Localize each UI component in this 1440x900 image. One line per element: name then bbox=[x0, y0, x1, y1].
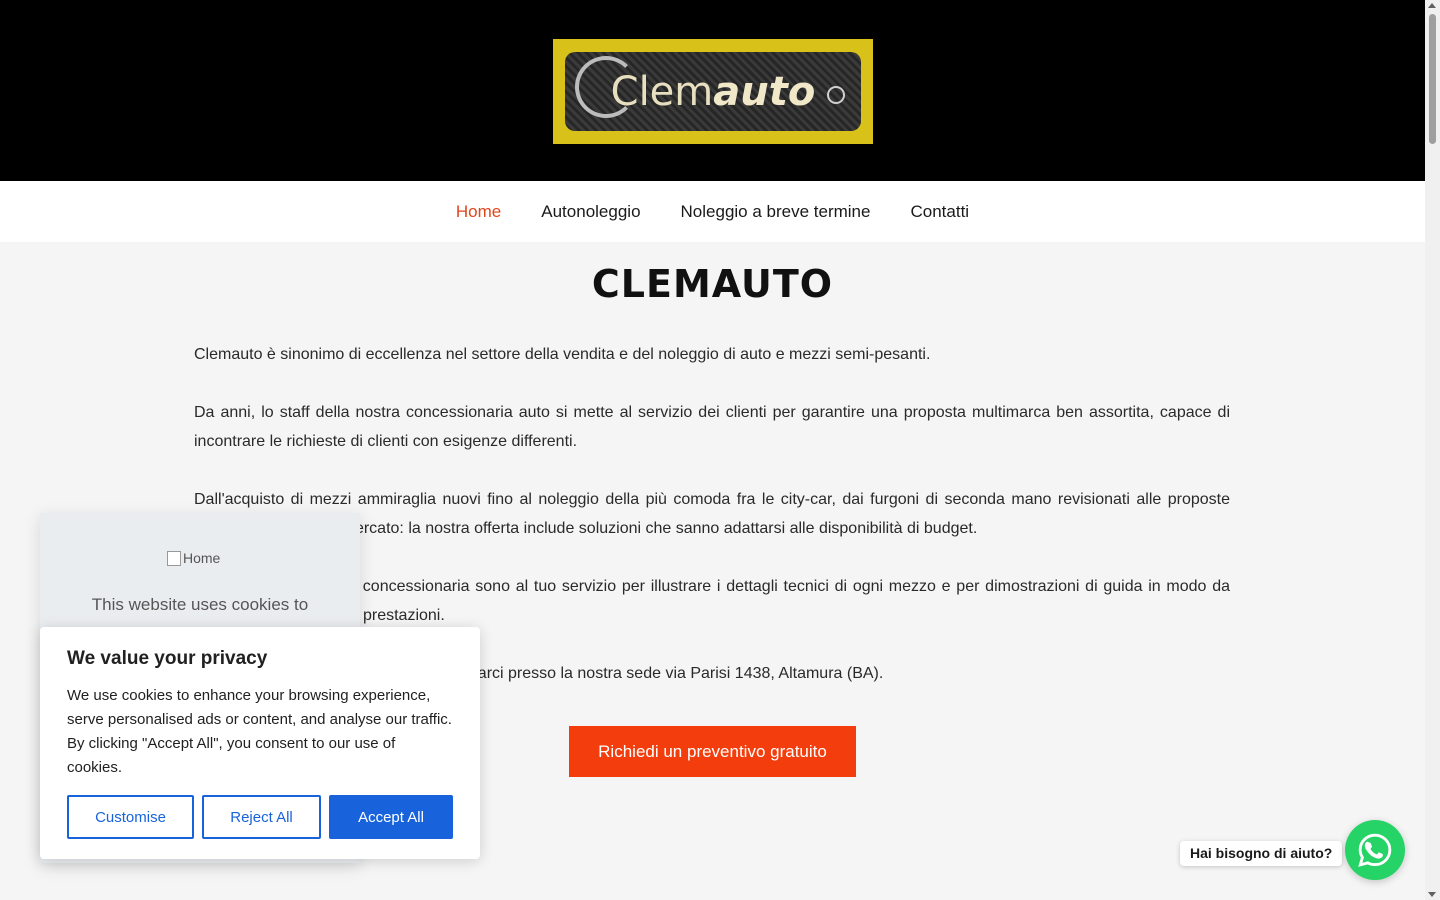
logo-text-bold: auto bbox=[713, 68, 816, 115]
accept-all-button[interactable]: Accept All bbox=[329, 795, 453, 839]
page-scrollbar[interactable] bbox=[1425, 0, 1440, 900]
main-nav: Home Autonoleggio Noleggio a breve termi… bbox=[0, 181, 1425, 242]
help-tooltip[interactable]: Hai bisogno di aiuto? bbox=[1180, 841, 1343, 866]
logo-c-ring bbox=[575, 56, 637, 118]
broken-image-alt: Home bbox=[183, 550, 221, 566]
reject-all-button[interactable]: Reject All bbox=[202, 795, 321, 839]
cookie-buttons: Customise Reject All Accept All bbox=[67, 795, 453, 839]
nav-item-home[interactable]: Home bbox=[456, 202, 501, 222]
scroll-down-arrow-icon[interactable] bbox=[1428, 892, 1436, 897]
whatsapp-icon bbox=[1358, 833, 1392, 867]
nav-item-autonoleggio[interactable]: Autonoleggio bbox=[541, 202, 640, 222]
page-title: CLEMAUTO bbox=[591, 262, 834, 306]
site-header: Clemauto bbox=[0, 0, 1425, 181]
clemauto-logo[interactable]: Clemauto bbox=[553, 39, 873, 144]
broken-image-icon bbox=[167, 551, 181, 566]
logo-text: Clemauto bbox=[611, 69, 816, 115]
paragraph-1: Clemauto è sinonimo di eccellenza nel se… bbox=[194, 346, 931, 363]
broken-image: Home bbox=[167, 550, 220, 568]
nav-item-contatti[interactable]: Contatti bbox=[910, 202, 969, 222]
cookie-consent-banner: We value your privacy We use cookies to … bbox=[40, 627, 480, 859]
scroll-thumb[interactable] bbox=[1429, 14, 1436, 144]
nav-item-noleggio-breve[interactable]: Noleggio a breve termine bbox=[681, 202, 871, 222]
paragraph-2: Da anni, lo staff della nostra concessio… bbox=[194, 404, 1230, 450]
whatsapp-button[interactable] bbox=[1345, 820, 1405, 880]
customise-button[interactable]: Customise bbox=[67, 795, 194, 839]
cookie-notice-text: This website uses cookies to bbox=[91, 595, 309, 614]
cookie-description: We use cookies to enhance your browsing … bbox=[67, 687, 452, 776]
cookie-title: We value your privacy bbox=[67, 648, 268, 669]
scroll-up-arrow-icon[interactable] bbox=[1428, 3, 1436, 8]
quote-request-button[interactable]: Richiedi un preventivo gratuito bbox=[569, 726, 856, 777]
logo-plate: Clemauto bbox=[565, 52, 861, 131]
logo-dot-icon bbox=[827, 86, 845, 104]
